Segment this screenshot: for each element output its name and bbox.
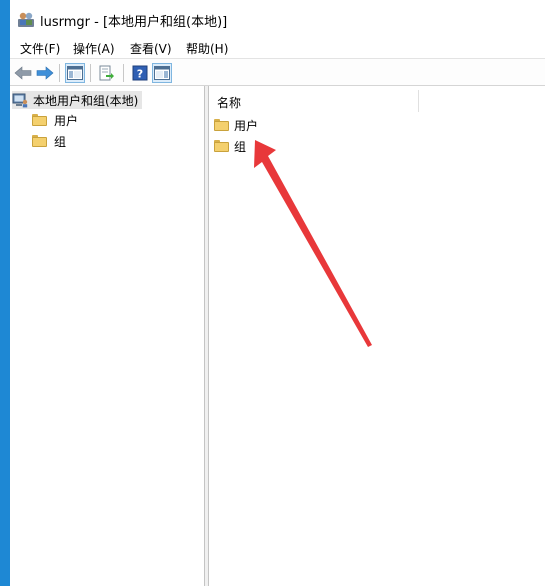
annotation-arrow (254, 140, 372, 347)
